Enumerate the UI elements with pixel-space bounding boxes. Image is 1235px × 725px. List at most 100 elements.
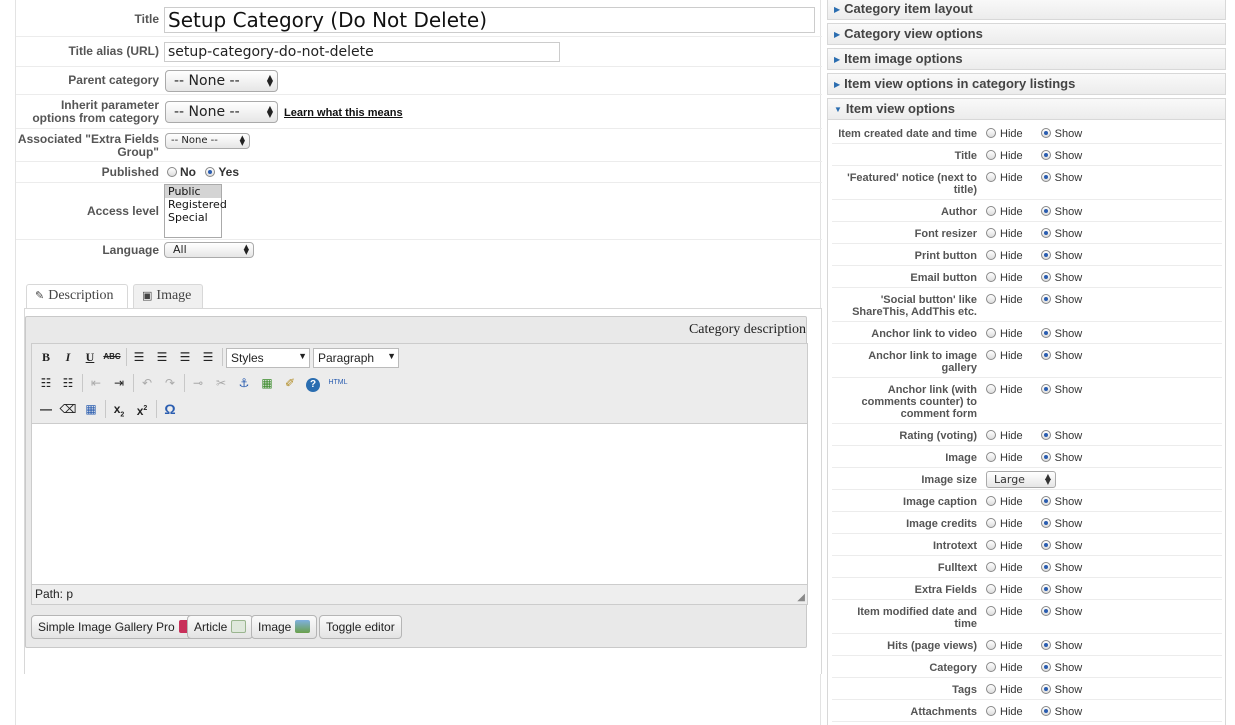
table-icon[interactable]: ▦ [81, 399, 101, 419]
section-category-item-layout[interactable]: ▶ Category item layout [827, 0, 1226, 20]
show-radio[interactable] [1040, 540, 1051, 550]
show-radio[interactable] [1040, 228, 1051, 238]
resize-handle-icon[interactable]: ◢ [797, 592, 805, 603]
section-item-view-options-in-listings[interactable]: ▶ Item view options in category listings [827, 73, 1226, 95]
show-radio[interactable] [1040, 294, 1051, 304]
hide-radio[interactable] [986, 206, 996, 216]
unlink-icon[interactable]: ✂ [211, 373, 231, 393]
show-radio[interactable] [1040, 606, 1051, 616]
superscript-icon[interactable]: x2 [132, 399, 152, 419]
italic-icon[interactable]: I [58, 347, 78, 367]
hide-radio[interactable] [986, 562, 996, 572]
hide-radio[interactable] [986, 662, 996, 672]
show-radio[interactable] [1040, 172, 1051, 182]
show-radio[interactable] [1040, 350, 1051, 360]
bold-icon[interactable]: B [36, 347, 56, 367]
parent-category-select[interactable]: -- None -- ▲ ▼ [165, 70, 278, 92]
eraser-icon[interactable]: ⌫ [58, 399, 78, 419]
simple-image-gallery-pro-button[interactable]: Simple Image Gallery Pro [31, 615, 201, 639]
hide-radio[interactable] [986, 150, 996, 160]
show-radio[interactable] [1040, 328, 1051, 338]
access-level-listbox[interactable]: Public Registered Special [164, 184, 227, 238]
show-radio[interactable] [1040, 706, 1051, 716]
show-radio[interactable] [1040, 150, 1051, 160]
tab-description[interactable]: ✎ Description [26, 284, 128, 309]
published-no-radio[interactable] [167, 167, 177, 177]
show-radio[interactable] [1040, 496, 1051, 506]
tab-image[interactable]: ▣ Image [133, 284, 203, 308]
underline-icon[interactable]: U [80, 347, 100, 367]
section-item-view-options[interactable]: ▼ Item view options [827, 98, 1226, 120]
show-radio[interactable] [1040, 384, 1051, 394]
access-option-registered[interactable]: Registered [165, 198, 227, 211]
access-option-special[interactable]: Special [165, 211, 221, 224]
anchor-icon[interactable]: ⚓ [234, 373, 254, 393]
alias-input[interactable]: setup-category-do-not-delete [164, 42, 560, 62]
hide-radio[interactable] [986, 452, 996, 462]
align-center-icon[interactable]: ☰ [152, 347, 172, 367]
show-radio[interactable] [1040, 640, 1051, 650]
indent-icon[interactable]: ⇥ [109, 373, 129, 393]
extra-fields-group-select[interactable]: -- None -- ▲ ▼ [165, 133, 250, 149]
show-radio[interactable] [1040, 430, 1051, 440]
align-right-icon[interactable]: ☰ [175, 347, 195, 367]
cleanup-icon[interactable]: ✐ [280, 373, 300, 393]
image-size-select[interactable]: Large ▲ ▼ [986, 471, 1056, 488]
hide-radio[interactable] [986, 584, 996, 594]
special-character-icon[interactable]: Ω [160, 399, 180, 419]
show-radio[interactable] [1040, 584, 1051, 594]
show-radio[interactable] [1040, 250, 1051, 260]
hide-radio[interactable] [986, 328, 996, 338]
hide-radio[interactable] [986, 294, 996, 304]
hide-radio[interactable] [986, 384, 996, 394]
access-option-public[interactable]: Public [165, 185, 221, 198]
show-radio[interactable] [1040, 562, 1051, 572]
language-select[interactable]: All ▲ ▼ [164, 242, 254, 258]
hide-radio[interactable] [986, 540, 996, 550]
show-radio[interactable] [1040, 128, 1051, 138]
hide-radio[interactable] [986, 706, 996, 716]
hide-radio[interactable] [986, 518, 996, 528]
undo-icon[interactable]: ↶ [137, 373, 157, 393]
strikethrough-icon[interactable]: ABC [102, 347, 122, 367]
link-icon[interactable]: ⊸ [188, 373, 208, 393]
align-justify-icon[interactable]: ☰ [198, 347, 218, 367]
hide-radio[interactable] [986, 430, 996, 440]
image-button[interactable]: Image [251, 615, 318, 639]
hide-radio[interactable] [986, 684, 996, 694]
show-radio[interactable] [1040, 662, 1051, 672]
title-input[interactable]: Setup Category (Do Not Delete) [164, 7, 815, 33]
hide-radio[interactable] [986, 272, 996, 282]
inherit-category-select[interactable]: -- None -- ▲ ▼ [165, 101, 278, 123]
section-item-image-options[interactable]: ▶ Item image options [827, 48, 1226, 70]
bullet-list-icon[interactable]: ☷ [36, 373, 56, 393]
hide-radio[interactable] [986, 640, 996, 650]
hide-radio[interactable] [986, 606, 996, 616]
html-source-icon[interactable]: HTML [326, 373, 350, 393]
insert-image-icon[interactable]: ▦ [257, 373, 277, 393]
show-radio[interactable] [1040, 518, 1051, 528]
hide-radio[interactable] [986, 350, 996, 360]
published-yes-radio[interactable] [205, 167, 216, 177]
help-icon[interactable]: ? [303, 373, 323, 393]
redo-icon[interactable]: ↷ [160, 373, 180, 393]
show-radio[interactable] [1040, 206, 1051, 216]
subscript-icon[interactable]: x2 [109, 399, 129, 419]
hide-radio[interactable] [986, 172, 996, 182]
article-button[interactable]: Article [187, 615, 254, 639]
align-left-icon[interactable]: ☰ [129, 347, 149, 367]
horizontal-rule-icon[interactable]: — [36, 399, 56, 419]
learn-what-this-means-link[interactable]: Learn what this means [284, 107, 403, 119]
styles-select[interactable]: Styles ▼ [226, 348, 310, 368]
outdent-icon[interactable]: ⇤ [86, 373, 106, 393]
editor-content-area[interactable] [31, 423, 808, 585]
format-select[interactable]: Paragraph ▼ [313, 348, 399, 368]
toggle-editor-button[interactable]: Toggle editor [319, 615, 402, 639]
section-category-view-options[interactable]: ▶ Category view options [827, 23, 1226, 45]
show-radio[interactable] [1040, 452, 1051, 462]
hide-radio[interactable] [986, 228, 996, 238]
numbered-list-icon[interactable]: ☷ [58, 373, 78, 393]
show-radio[interactable] [1040, 272, 1051, 282]
hide-radio[interactable] [986, 496, 996, 506]
show-radio[interactable] [1040, 684, 1051, 694]
